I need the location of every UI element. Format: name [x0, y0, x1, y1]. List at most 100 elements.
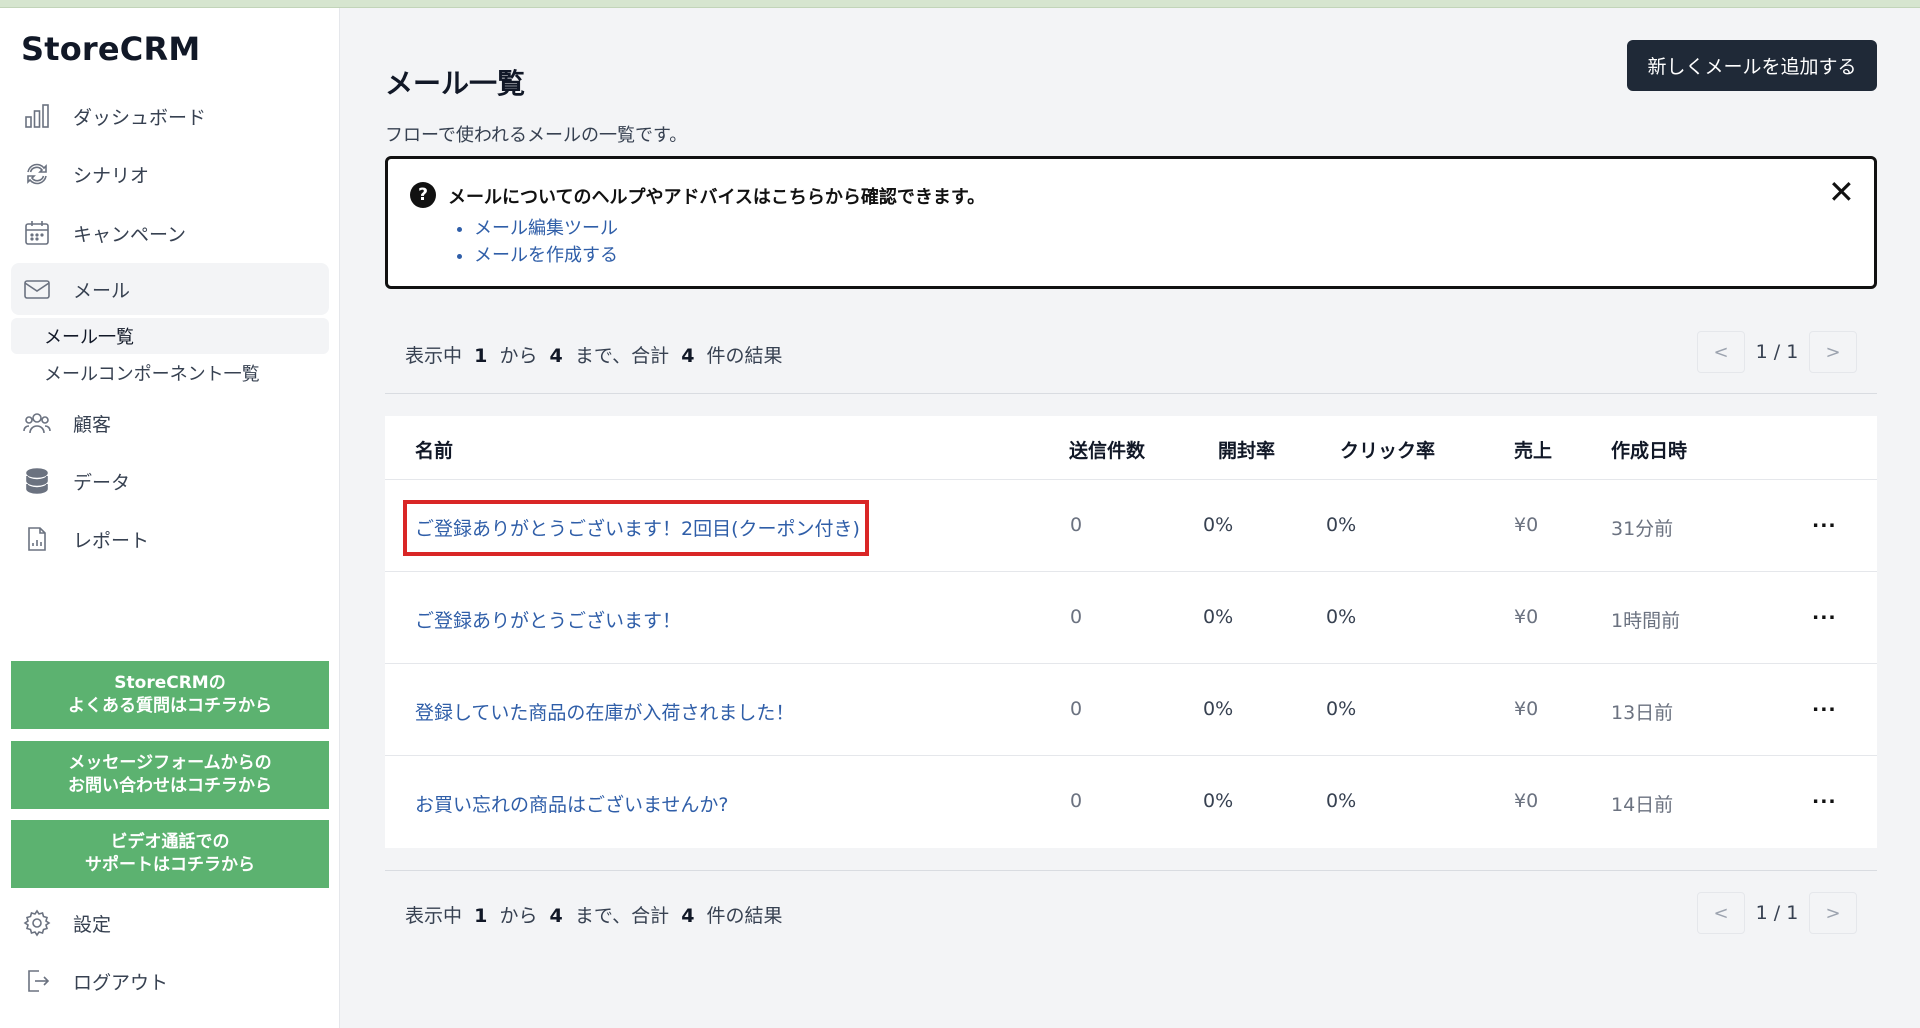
- close-icon[interactable]: ✕: [1828, 173, 1855, 211]
- users-icon: [23, 409, 51, 437]
- click-rate: 0%: [1326, 514, 1357, 536]
- help-link-create-mail[interactable]: メールを作成する: [474, 242, 618, 269]
- page-description: フローで使われるメールの一覧です。: [385, 125, 688, 146]
- row-menu-button[interactable]: ...: [1812, 694, 1837, 716]
- calendar-icon: [23, 219, 51, 247]
- sidebar-item-settings[interactable]: 設定: [11, 897, 329, 949]
- sent-count: 0: [1070, 698, 1083, 720]
- table-row[interactable]: お買い忘れの商品はございませんか? 0 0% 0% ¥0 14日前 ...: [385, 756, 1877, 848]
- mail-name-link[interactable]: ご登録ありがとうございます！: [415, 606, 681, 633]
- sidebar-item-logout[interactable]: ログアウト: [11, 955, 329, 1007]
- sidebar-item-mail[interactable]: メール: [11, 263, 329, 315]
- results-kara: から: [499, 905, 538, 927]
- sidebar-item-label: 設定: [73, 913, 112, 936]
- table-row[interactable]: 登録していた商品の在庫が入荷されました！ 0 0% 0% ¥0 13日前 ...: [385, 664, 1877, 756]
- sales: ¥0: [1514, 514, 1539, 536]
- row-menu-button[interactable]: ...: [1812, 510, 1837, 532]
- faq-button-line1: StoreCRMの: [114, 673, 226, 693]
- mail-name-link[interactable]: ご登録ありがとうございます！2回目(クーポン付き): [415, 514, 860, 541]
- faq-button[interactable]: StoreCRMの よくある質問はコチラから: [11, 661, 329, 729]
- table-header: 名前 送信件数 開封率 クリック率 売上 作成日時: [385, 416, 1877, 480]
- sidebar-item-label: データ: [73, 471, 131, 494]
- sidebar-item-label: 顧客: [73, 413, 112, 436]
- column-header-sales[interactable]: 売上: [1514, 436, 1552, 463]
- row-menu-button[interactable]: ...: [1812, 602, 1837, 624]
- results-prefix: 表示中: [405, 905, 463, 927]
- sidebar-subitem-mail-list[interactable]: メール一覧: [11, 318, 329, 354]
- results-from: 1: [474, 345, 488, 367]
- results-total: 4: [681, 905, 695, 927]
- column-header-sent[interactable]: 送信件数: [1069, 436, 1145, 463]
- mail-table: 名前 送信件数 開封率 クリック率 売上 作成日時 ご登録ありがとうございます！…: [385, 416, 1877, 848]
- mail-name-link[interactable]: お買い忘れの商品はございませんか?: [415, 790, 729, 817]
- sidebar-item-label: メール: [73, 279, 131, 302]
- table-row[interactable]: ご登録ありがとうございます！2回目(クーポン付き) 0 0% 0% ¥0 31分…: [385, 480, 1877, 572]
- sidebar-item-dashboard[interactable]: ダッシュボード: [11, 90, 329, 142]
- click-rate: 0%: [1326, 606, 1357, 628]
- results-suffix: 件の結果: [706, 345, 783, 367]
- gear-icon: [23, 909, 51, 937]
- row-menu-button[interactable]: ...: [1812, 786, 1837, 808]
- results-summary-top: 表示中 1 から 4 まで、合計 4 件の結果: [405, 341, 783, 368]
- open-rate: 0%: [1203, 514, 1234, 536]
- page-title: メール一覧: [385, 67, 526, 100]
- add-mail-button[interactable]: 新しくメールを追加する: [1627, 40, 1877, 91]
- results-made: まで、合計: [574, 345, 670, 367]
- faq-button-line2: よくある質問はコチラから: [68, 696, 272, 716]
- help-banner-title: メールについてのヘルプやアドバイスはこちらから確認できます。: [448, 187, 986, 208]
- column-header-click-rate[interactable]: クリック率: [1340, 436, 1435, 463]
- mail-name-link[interactable]: 登録していた商品の在庫が入荷されました！: [415, 698, 794, 725]
- column-header-name[interactable]: 名前: [415, 436, 453, 463]
- sales: ¥0: [1514, 698, 1539, 720]
- created-at: 13日前: [1611, 702, 1674, 724]
- created-at: 14日前: [1611, 794, 1674, 816]
- click-rate: 0%: [1326, 698, 1357, 720]
- question-icon: ?: [410, 182, 436, 208]
- contact-form-button[interactable]: メッセージフォームからの お問い合わせはコチラから: [11, 741, 329, 809]
- page-indicator: 1 / 1: [1755, 902, 1799, 924]
- sidebar-item-scenario[interactable]: シナリオ: [11, 148, 329, 200]
- results-from: 1: [474, 905, 488, 927]
- next-page-button[interactable]: >: [1808, 892, 1857, 934]
- next-page-button[interactable]: >: [1808, 331, 1857, 373]
- logout-icon: [23, 967, 51, 995]
- sidebar-item-customers[interactable]: 顧客: [11, 397, 329, 449]
- results-total: 4: [681, 345, 695, 367]
- app-logo[interactable]: StoreCRM: [21, 30, 200, 68]
- sidebar-subitem-mail-components[interactable]: メールコンポーネント一覧: [11, 355, 329, 391]
- prev-page-button[interactable]: <: [1697, 892, 1745, 934]
- sales: ¥0: [1514, 606, 1539, 628]
- sent-count: 0: [1070, 514, 1083, 536]
- sidebar-item-data[interactable]: データ: [11, 455, 329, 507]
- sidebar-item-campaign[interactable]: キャンペーン: [11, 207, 329, 259]
- open-rate: 0%: [1203, 698, 1234, 720]
- bar-chart-icon: [23, 102, 51, 130]
- mail-icon: [23, 275, 51, 303]
- page-indicator: 1 / 1: [1755, 341, 1799, 363]
- video-support-button-line2: サポートはコチラから: [85, 855, 255, 875]
- help-links: メール編集ツール メールを作成する: [454, 215, 618, 269]
- pagination-bottom: < 1 / 1 >: [1697, 892, 1857, 934]
- help-link-mail-editor[interactable]: メール編集ツール: [474, 215, 618, 242]
- sidebar-item-label: シナリオ: [73, 164, 150, 187]
- contact-form-button-line1: メッセージフォームからの: [68, 753, 272, 773]
- column-header-created[interactable]: 作成日時: [1611, 436, 1687, 463]
- sidebar-item-label: ログアウト: [73, 971, 169, 994]
- column-header-open-rate[interactable]: 開封率: [1218, 436, 1275, 463]
- video-support-button-line1: ビデオ通話での: [110, 832, 230, 852]
- open-rate: 0%: [1203, 790, 1234, 812]
- prev-page-button[interactable]: <: [1697, 331, 1745, 373]
- results-made: まで、合計: [574, 905, 670, 927]
- results-to: 4: [549, 905, 563, 927]
- sidebar: StoreCRM ダッシュボード シナリオ キャンペーン メール メール一覧 メ…: [0, 8, 340, 1028]
- sidebar-item-label: キャンペーン: [73, 223, 187, 246]
- refresh-icon: [23, 160, 51, 188]
- contact-form-button-line2: お問い合わせはコチラから: [68, 776, 272, 796]
- sidebar-item-report[interactable]: レポート: [11, 513, 329, 565]
- sidebar-item-label: レポート: [73, 529, 150, 552]
- video-support-button[interactable]: ビデオ通話での サポートはコチラから: [11, 820, 329, 888]
- browser-top-strip: [0, 0, 1920, 8]
- table-row[interactable]: ご登録ありがとうございます！ 0 0% 0% ¥0 1時間前 ...: [385, 572, 1877, 664]
- help-banner: ? メールについてのヘルプやアドバイスはこちらから確認できます。 メール編集ツー…: [385, 156, 1877, 289]
- pagination-top: < 1 / 1 >: [1697, 331, 1857, 373]
